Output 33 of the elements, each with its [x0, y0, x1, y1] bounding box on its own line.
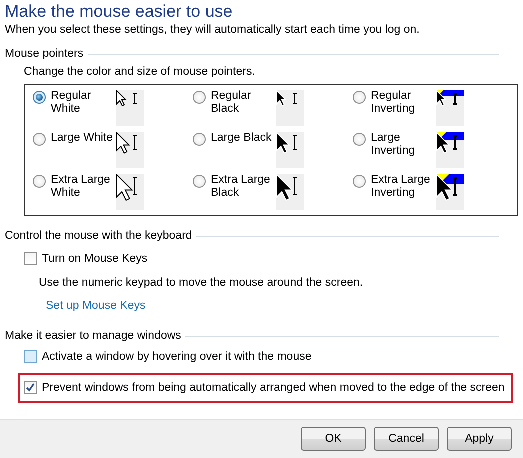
- pointer-preview-icon: [436, 90, 464, 126]
- checkbox[interactable]: Activate a window by hovering over it with the mouse: [24, 350, 312, 363]
- radio-button[interactable]: Large White: [33, 132, 113, 146]
- radio-button[interactable]: Regular White: [33, 90, 113, 116]
- pointer-preview-icon: [436, 132, 464, 168]
- dialog-button[interactable]: Cancel: [374, 427, 439, 451]
- radio-button[interactable]: Large Black: [193, 132, 273, 146]
- page-description: When you select these settings, they will automatically start each time you log on.: [5, 24, 421, 36]
- checkbox[interactable]: Prevent windows from being automatically arranged when moved to the edge of the screen: [24, 381, 505, 394]
- radio-button[interactable]: Regular Inverting: [353, 90, 433, 116]
- checkmark-icon: [26, 383, 35, 392]
- pointer-preview-icon: [116, 174, 144, 210]
- section-title: Make it easier to manage windows: [5, 330, 182, 342]
- radio-button[interactable]: Extra Large Inverting: [353, 174, 433, 200]
- setup-link[interactable]: Set up Mouse Keys: [46, 300, 146, 312]
- radio-button[interactable]: Regular Black: [193, 90, 273, 116]
- pointer-preview-icon: [276, 174, 304, 210]
- pointer-preview-icon: [116, 90, 144, 126]
- checkbox[interactable]: Turn on Mouse Keys: [24, 252, 148, 265]
- pointer-preview-icon: [276, 90, 304, 126]
- radio-button[interactable]: Extra Large White: [33, 174, 113, 200]
- pointer-preview-icon: [436, 174, 464, 210]
- dialog-button[interactable]: OK: [301, 427, 366, 451]
- section-title: Control the mouse with the keyboard: [5, 230, 192, 242]
- page-title: Make the mouse easier to use: [5, 2, 234, 22]
- radio-button[interactable]: Large Inverting: [353, 132, 433, 158]
- pointer-preview-icon: [116, 132, 144, 168]
- dialog-button[interactable]: Apply: [447, 427, 512, 451]
- option-description: Use the numeric keypad to move the mouse around the screen.: [39, 277, 364, 289]
- section-description: Change the color and size of mouse pointers.: [24, 66, 256, 78]
- pointer-preview-icon: [276, 132, 304, 168]
- radio-button[interactable]: Extra Large Black: [193, 174, 273, 200]
- section-title: Mouse pointers: [5, 48, 84, 60]
